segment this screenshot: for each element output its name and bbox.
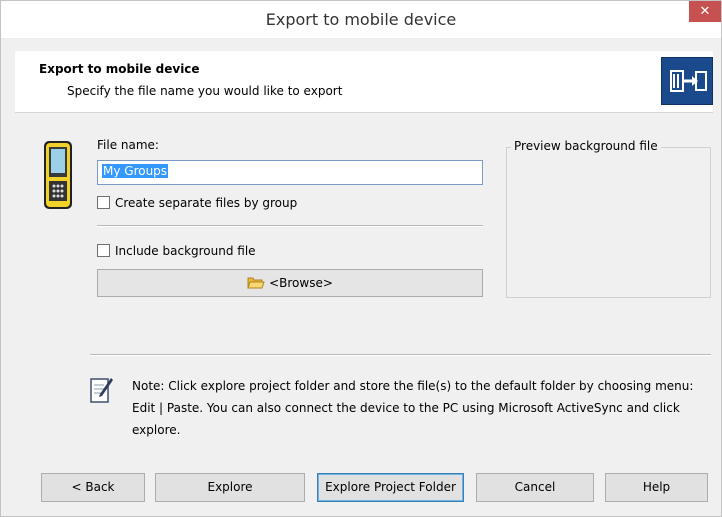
close-button[interactable]: ✕: [689, 1, 721, 22]
browse-label: <Browse>: [269, 276, 333, 290]
separate-files-label[interactable]: Create separate files by group: [115, 196, 297, 210]
note-text: Note: Click explore project folder and s…: [132, 379, 694, 437]
file-name-value: My Groups: [102, 164, 169, 178]
wizard-header: Export to mobile device Specify the file…: [15, 51, 713, 113]
preview-title: Preview background file: [511, 139, 661, 153]
explore-button[interactable]: Explore: [155, 473, 305, 502]
include-background-checkbox[interactable]: [97, 244, 110, 257]
browse-button[interactable]: <Browse>: [97, 269, 483, 297]
back-button[interactable]: < Back: [41, 473, 145, 502]
header-title: Export to mobile device: [39, 62, 200, 76]
preview-background-panel: [506, 147, 711, 298]
file-name-input[interactable]: My Groups: [97, 160, 483, 185]
export-dialog: Export to mobile device ✕ Export to mobi…: [0, 0, 722, 517]
divider: [90, 354, 711, 356]
file-name-label: File name:: [97, 138, 159, 152]
header-subtitle: Specify the file name you would like to …: [67, 84, 343, 98]
open-folder-icon: [247, 273, 265, 299]
note-icon: [90, 376, 114, 404]
help-button[interactable]: Help: [605, 473, 708, 502]
title-bar[interactable]: Export to mobile device ✕: [1, 1, 721, 39]
separate-files-checkbox[interactable]: [97, 196, 110, 209]
mobile-device-icon: [43, 139, 73, 211]
divider: [97, 225, 483, 227]
include-background-label[interactable]: Include background file: [115, 244, 256, 258]
cancel-button[interactable]: Cancel: [476, 473, 594, 502]
explore-project-folder-button[interactable]: Explore Project Folder: [317, 473, 464, 502]
window-title: Export to mobile device: [265, 10, 457, 29]
close-icon: ✕: [699, 4, 711, 19]
export-device-icon: [661, 57, 713, 105]
